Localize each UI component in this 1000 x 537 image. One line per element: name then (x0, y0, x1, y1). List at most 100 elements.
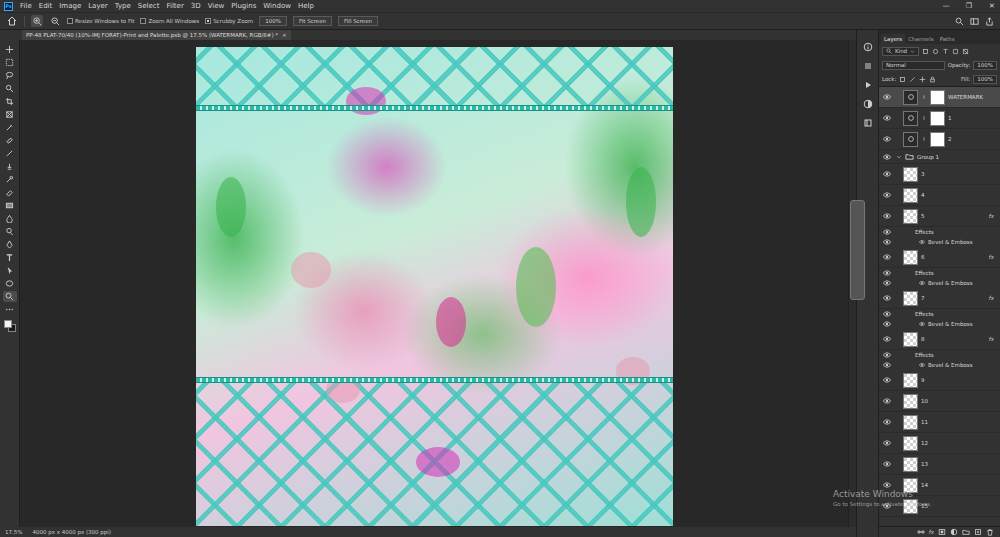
stamp-icon[interactable] (5, 162, 14, 171)
blend-mode[interactable]: Normal (886, 62, 906, 68)
new-layer-icon[interactable] (974, 528, 982, 536)
eye-icon[interactable] (883, 335, 891, 343)
visibility-toggle[interactable] (881, 238, 893, 246)
tool-button[interactable] (3, 291, 17, 302)
tool-button[interactable] (3, 161, 17, 172)
mask-add-icon[interactable] (938, 528, 946, 536)
visibility-toggle[interactable] (881, 361, 893, 369)
layer-row[interactable]: 12 (879, 433, 1000, 454)
menu-item[interactable]: File (20, 2, 32, 10)
folder-icon[interactable] (962, 528, 970, 536)
eye-icon[interactable] (883, 310, 891, 318)
tool-button[interactable] (3, 96, 17, 107)
tool-button[interactable] (3, 213, 17, 224)
eraser-icon[interactable] (5, 188, 14, 197)
layer-row[interactable]: 5fx (879, 206, 1000, 227)
color-swatches[interactable] (3, 319, 17, 335)
option-button[interactable]: 100% (259, 16, 287, 26)
menu-item[interactable]: Edit (39, 2, 53, 10)
layer-thumbnail[interactable] (903, 373, 918, 388)
effect-row[interactable]: Effects (879, 227, 1000, 237)
visibility-toggle[interactable] (881, 135, 893, 143)
layer-thumbnail[interactable] (903, 188, 918, 203)
adjust-add-icon[interactable] (950, 528, 958, 536)
menu-item[interactable]: Layer (88, 2, 108, 10)
checkbox-box[interactable] (140, 18, 146, 24)
layer-name[interactable]: 11 (921, 419, 1000, 425)
eye-icon[interactable] (883, 460, 891, 468)
shape-filter-icon[interactable] (952, 48, 959, 55)
tool-button[interactable] (3, 70, 17, 81)
effect-name[interactable]: Bevel & Emboss (928, 239, 1000, 245)
brush-icon[interactable] (5, 149, 14, 158)
eye-icon[interactable] (919, 239, 925, 245)
group-row[interactable]: Group 1 (879, 150, 1000, 164)
visibility-toggle[interactable] (881, 481, 893, 489)
visibility-toggle[interactable] (881, 502, 893, 510)
fill-field[interactable]: 100% (973, 75, 997, 84)
menu-item[interactable]: Type (115, 2, 131, 10)
quick-select-icon[interactable] (5, 84, 14, 93)
zoom-in-button[interactable] (31, 15, 43, 27)
zoom-level[interactable]: 17.5% (5, 529, 22, 535)
scroll-thumb[interactable] (850, 200, 865, 300)
pixel-filter-icon[interactable] (922, 48, 929, 55)
tool-button[interactable] (3, 44, 17, 55)
option-button[interactable]: Fill Screen (338, 16, 378, 26)
panel-tab[interactable]: Paths (937, 34, 958, 44)
visibility-toggle[interactable] (881, 191, 893, 199)
visibility-toggle[interactable] (881, 376, 893, 384)
eye-icon[interactable] (883, 228, 891, 236)
eyedropper-icon[interactable] (5, 123, 14, 132)
visibility-toggle[interactable] (881, 320, 893, 328)
layer-row[interactable]: 3 (879, 164, 1000, 185)
zoom-out-button[interactable] (49, 15, 61, 27)
libraries-icon[interactable] (863, 118, 873, 128)
layer-row[interactable]: 1 (879, 108, 1000, 129)
layer-name[interactable]: 2 (948, 136, 1000, 142)
menu-item[interactable]: Select (138, 2, 160, 10)
tool-button[interactable] (3, 83, 17, 94)
option-checkbox[interactable]: Resize Windows to Fit (67, 18, 134, 24)
artwork-canvas[interactable] (196, 47, 673, 526)
menu-item[interactable]: Help (298, 2, 314, 10)
tool-button[interactable] (3, 200, 17, 211)
zoom-icon[interactable] (5, 292, 14, 301)
eye-icon[interactable] (919, 362, 925, 368)
effects-label[interactable]: Effects (915, 311, 1000, 317)
opacity-value[interactable]: 100% (977, 62, 993, 68)
layer-row[interactable]: 10 (879, 391, 1000, 412)
zoom-in-icon[interactable] (33, 17, 42, 26)
app-logo[interactable]: Ps (4, 2, 13, 11)
effect-name[interactable]: Bevel & Emboss (928, 321, 1000, 327)
layer-thumbnail[interactable] (903, 436, 918, 451)
document-title[interactable]: PP-48 PLAT-70/40 (10%-IMJ FORAT)-Print a… (26, 32, 278, 38)
eye-icon[interactable] (883, 153, 891, 161)
gradient-icon[interactable] (5, 201, 14, 210)
home-button[interactable] (6, 15, 18, 27)
visibility-toggle[interactable] (881, 93, 893, 101)
effect-row[interactable]: Bevel & Emboss (879, 319, 1000, 329)
effect-row[interactable]: Effects (879, 268, 1000, 278)
visibility-toggle[interactable] (881, 439, 893, 447)
layer-row[interactable]: 8fx (879, 329, 1000, 350)
play-icon[interactable] (863, 80, 873, 90)
layer-name[interactable]: 8 (921, 336, 986, 342)
healing-icon[interactable] (5, 136, 14, 145)
tool-button[interactable] (3, 226, 17, 237)
panel-tab[interactable]: Channels (905, 34, 936, 44)
eye-icon[interactable] (883, 294, 891, 302)
more-icon[interactable] (5, 305, 14, 314)
foreground-color[interactable] (4, 320, 12, 328)
shape-icon[interactable] (5, 279, 14, 288)
visibility-toggle[interactable] (881, 310, 893, 318)
visibility-toggle[interactable] (881, 460, 893, 468)
lock-icon[interactable] (929, 76, 936, 83)
tool-button[interactable] (3, 148, 17, 159)
tool-button[interactable] (3, 278, 17, 289)
visibility-toggle[interactable] (881, 351, 893, 359)
tool-button[interactable] (3, 135, 17, 146)
layer-row[interactable]: 14 (879, 475, 1000, 496)
document-tab[interactable]: PP-48 PLAT-70/40 (10%-IMJ FORAT)-Print a… (22, 30, 291, 40)
effects-badge[interactable]: fx (989, 336, 1000, 342)
